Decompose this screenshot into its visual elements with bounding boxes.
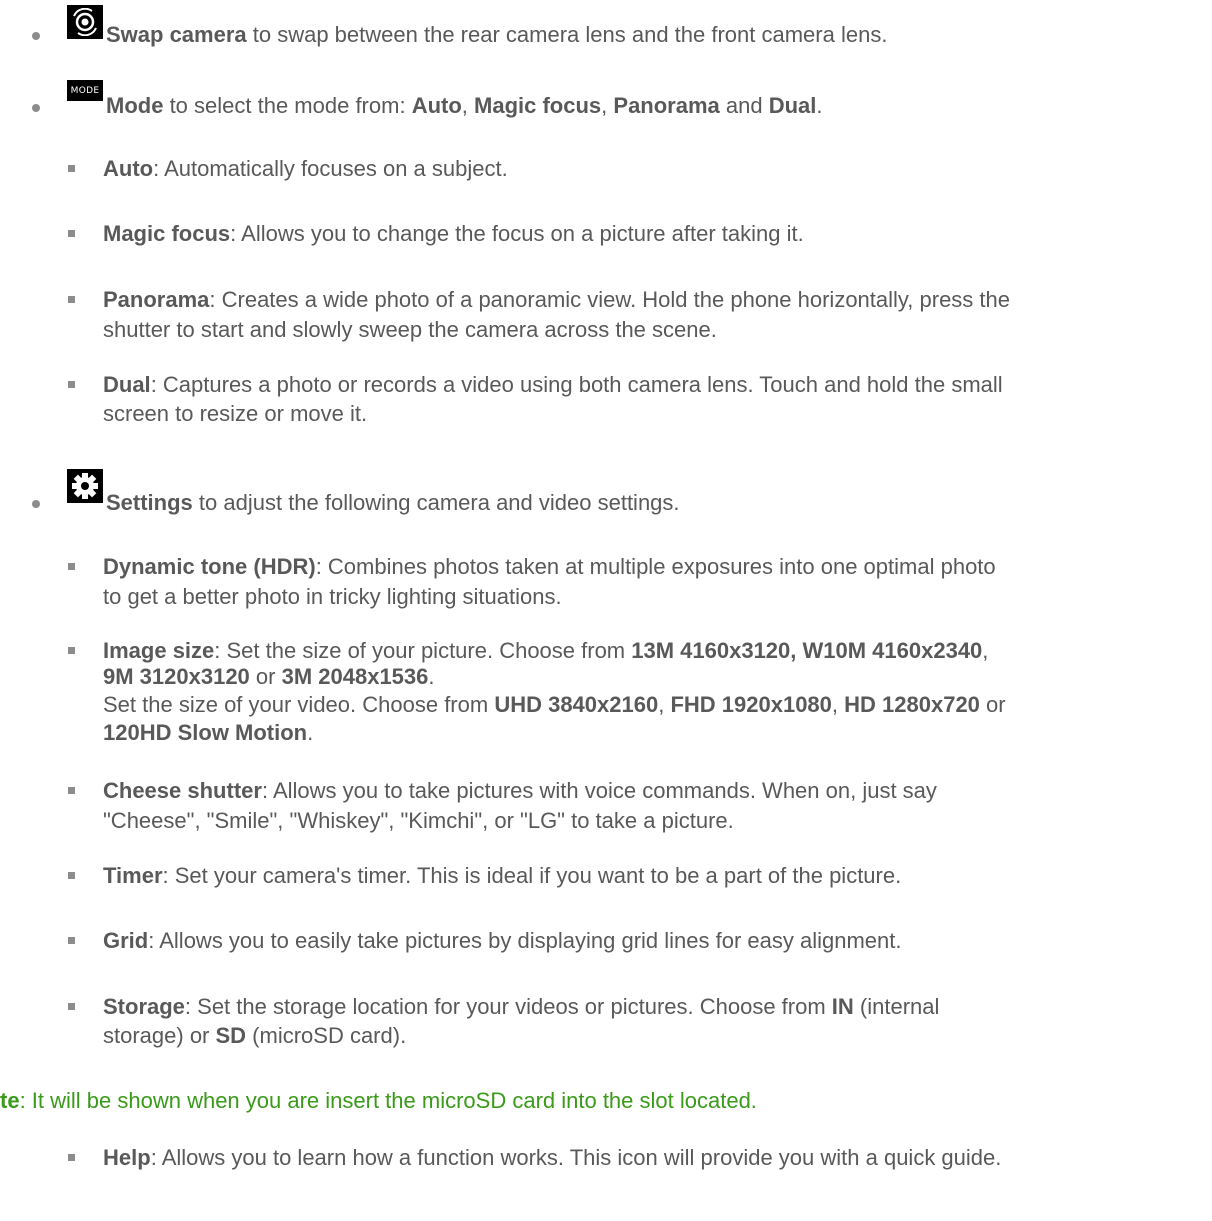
note-text: : It will be shown when you are insert t… [19,1088,757,1113]
sep: , [982,638,989,663]
sep: and [719,93,769,118]
sub-text: Set the size of your video. Choose from [103,692,495,717]
sep: . [816,93,823,118]
sub-text: : Set the storage location for your vide… [184,994,832,1019]
sub-term: Auto [103,156,154,181]
sub-option: FHD 1920x1080 [670,692,832,717]
sub-term: Dual [103,372,151,397]
sub-text: : Captures a photo or records a video us… [150,372,1003,397]
sub-bullet [68,381,75,388]
bullet [32,500,40,508]
sep: , [831,692,845,717]
sub-text-line2: "Cheese", "Smile", "Whiskey", "Kimchi", … [103,808,734,833]
note: te: It will be shown when you are insert… [0,1085,757,1116]
sub-term: Cheese shutter [103,778,262,803]
sub-text: storage) or [103,1023,216,1048]
sub-option: 9M 3120x3120 [103,664,250,689]
sub-text-line2: shutter to start and slowly sweep the ca… [103,317,717,342]
sub-term: Image size [103,638,215,663]
note-term: te [0,1088,20,1113]
sub-term: Timer [103,863,163,888]
sub-text-line2: 9M 3120x3120 or 3M 2048x1536. [103,661,435,692]
swap-camera-item: Swap camera to swap between the rear cam… [106,19,887,50]
sub-text-line4: 120HD Slow Motion. [103,717,313,748]
sub-option: IN [831,994,854,1019]
mode-option: Magic focus [474,93,602,118]
sub-option: 120HD Slow Motion [103,720,308,745]
sub-bullet [68,787,75,794]
gear-icon [67,469,103,503]
sub-bullet [68,230,75,237]
sub-bullet [68,1154,75,1161]
mode-sub-item: Dual: Captures a photo or records a vide… [103,369,1003,400]
settings-text: to adjust the following camera and video… [192,490,680,515]
settings-sub-item: Cheese shutter: Allows you to take pictu… [103,775,937,806]
sub-text: : Allows you to easily take pictures by … [148,928,902,953]
sub-text: : Allows you to change the focus on a pi… [230,221,804,246]
settings-label: Settings [106,490,193,515]
mode-option: Panorama [613,93,720,118]
mode-sub-item: Magic focus: Allows you to change the fo… [103,218,804,249]
sub-text: : Automatically focuses on a subject. [153,156,508,181]
swap-camera-icon [67,5,103,39]
sub-term: Help [103,1145,151,1170]
sub-text: : Combines photos taken at multiple expo… [315,554,996,579]
sep: . [428,664,435,689]
sub-term: Grid [103,928,149,953]
sub-text-line2: storage) or SD (microSD card). [103,1020,406,1051]
settings-item: Settings to adjust the following camera … [106,487,680,518]
sub-text-line2: to get a better photo in tricky lighting… [103,584,562,609]
settings-sub-item: Grid: Allows you to easily take pictures… [103,925,902,956]
sub-text-line2: screen to resize or move it. [103,401,368,426]
sub-text: : Set the size of your picture. Choose f… [214,638,632,663]
mode-item: Mode to select the mode from: Auto, Magi… [106,90,823,121]
mode-sub-item: Panorama: Creates a wide photo of a pano… [103,284,1010,315]
sub-option: HD 1280x720 [844,692,980,717]
mode-sub-item: Auto: Automatically focuses on a subject… [103,153,508,184]
mode-text: to select the mode from: [163,93,412,118]
sep: or [979,692,1006,717]
mode-option: Dual [768,93,817,118]
settings-sub-item: Timer: Set your camera's timer. This is … [103,860,901,891]
sub-bullet [68,165,75,172]
bullet [32,104,40,112]
sub-option: SD [215,1023,247,1048]
sub-text: (internal [853,994,940,1019]
settings-sub-item: Storage: Set the storage location for yo… [103,991,939,1022]
sub-bullet [68,563,75,570]
sub-text: : Allows you to take pictures with voice… [261,778,937,803]
sep: or [249,664,282,689]
sub-bullet [68,296,75,303]
swap-camera-text: to swap between the rear camera lens and… [246,22,888,47]
sub-bullet [68,872,75,879]
swap-camera-label: Swap camera [106,22,247,47]
sub-term: Storage [103,994,185,1019]
sub-bullet [68,1003,75,1010]
sub-text-line3: Set the size of your video. Choose from … [103,689,1006,720]
sub-bullet [68,937,75,944]
settings-sub-item: Help: Allows you to learn how a function… [103,1142,1001,1173]
sub-option: 13M 4160x3120, W10M 4160x2340 [631,638,983,663]
mode-icon: MODE [67,80,103,101]
mode-label: Mode [106,93,164,118]
sub-bullet [68,647,75,654]
sub-text: : Set your camera's timer. This is ideal… [162,863,902,888]
sub-option: UHD 3840x2160 [494,692,659,717]
sub-text: : Allows you to learn how a function wor… [150,1145,1002,1170]
sep: , [601,93,614,118]
sep: , [658,692,671,717]
sub-option: 3M 2048x1536 [281,664,429,689]
sub-text: : Creates a wide photo of a panoramic vi… [209,287,1010,312]
settings-sub-item: Dynamic tone (HDR): Combines photos take… [103,551,996,582]
mode-option: Auto [411,93,462,118]
sub-term: Dynamic tone (HDR) [103,554,316,579]
sub-term: Panorama [103,287,210,312]
sub-text: (microSD card). [246,1023,407,1048]
sub-term: Magic focus [103,221,231,246]
sep: . [307,720,314,745]
bullet [32,32,40,40]
sep: , [461,93,475,118]
